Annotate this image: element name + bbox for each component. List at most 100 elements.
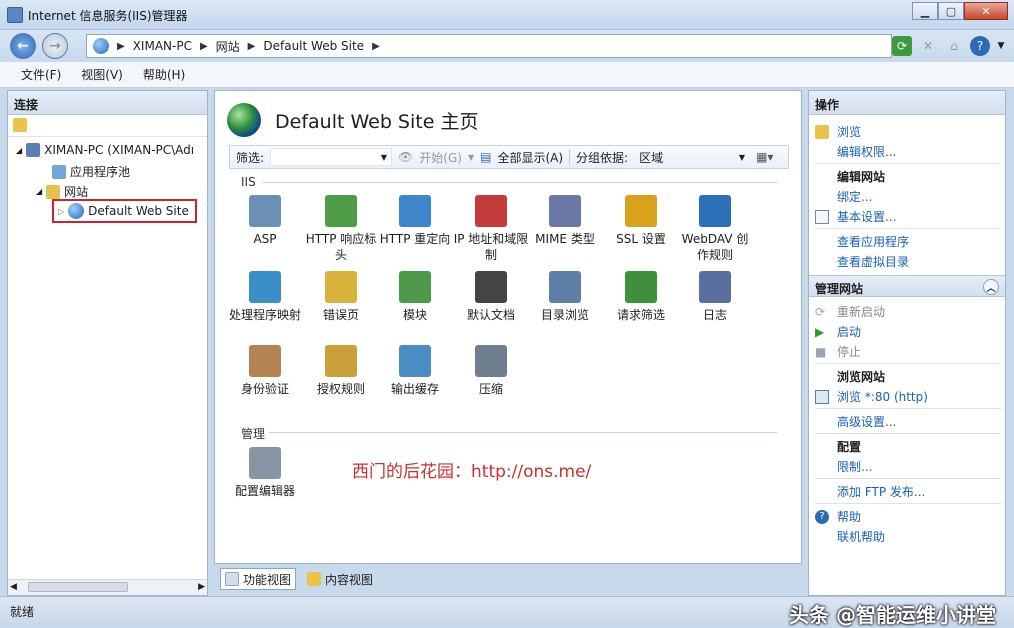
maximize-button[interactable]: ▢: [938, 2, 964, 20]
config-heading-label: 配置: [837, 440, 862, 454]
menu-view[interactable]: 视图(V): [81, 66, 123, 83]
address-row: ← → ▶ XIMAN-PC ▶ 网站 ▶ Default Web Site ▶…: [0, 30, 1014, 62]
home-icon[interactable]: ⌂: [944, 36, 964, 56]
help-icon[interactable]: ?: [970, 36, 990, 56]
scroll-right-icon[interactable]: ▶: [198, 582, 205, 592]
action-view-applications[interactable]: 查看应用程序: [837, 233, 909, 250]
feature-label: WebDAV 创作规则: [681, 232, 749, 262]
action-browse[interactable]: 浏览: [815, 123, 861, 140]
forward-button[interactable]: →: [42, 33, 68, 59]
refresh-icon[interactable]: ⟳: [892, 36, 912, 56]
action-start-label[interactable]: 启动: [837, 323, 861, 340]
horizontal-scrollbar[interactable]: ◀ ▶: [8, 579, 207, 595]
action-advanced-settings[interactable]: 高级设置...: [837, 413, 896, 430]
menu-file[interactable]: 文件(F): [21, 66, 61, 83]
tree-sites[interactable]: ◢ 网站: [36, 183, 88, 200]
connect-icon[interactable]: [13, 118, 27, 132]
tree-app-pools[interactable]: 应用程序池: [52, 163, 130, 180]
configuration-editor-icon: [249, 447, 281, 479]
feature-authorization-rules[interactable]: 授权规则: [303, 345, 379, 397]
action-limits-label[interactable]: 限制...: [837, 458, 872, 475]
show-all-button[interactable]: 全部显示(A): [497, 149, 563, 166]
start-filter-button[interactable]: 开始(G): [419, 149, 462, 166]
action-bindings-label[interactable]: 绑定...: [837, 188, 872, 205]
feature-label: 默认文档: [466, 308, 515, 322]
action-view-applications-label[interactable]: 查看应用程序: [837, 233, 909, 250]
action-start[interactable]: ▶ 启动: [815, 323, 861, 340]
blog-watermark: 西门的后花园：http://ons.me/: [352, 462, 592, 482]
action-online-help[interactable]: 联机帮助: [837, 528, 885, 545]
collapse-chevron-icon[interactable]: ︿: [983, 279, 999, 295]
action-help[interactable]: ? 帮助: [815, 508, 861, 525]
group-by-select[interactable]: 区域 ▼: [634, 148, 750, 166]
scroll-left-icon[interactable]: ◀: [10, 582, 17, 592]
tab-features-view[interactable]: 功能视图: [220, 568, 297, 590]
action-edit-permissions[interactable]: 编辑权限...: [837, 143, 896, 160]
sites-folder-icon: [46, 184, 61, 199]
feature-authentication[interactable]: 身份验证: [227, 345, 303, 397]
section-iis-label: IIS: [241, 175, 256, 189]
manage-site-header[interactable]: 管理网站 ︿: [809, 275, 1005, 297]
action-limits[interactable]: 限制...: [837, 458, 872, 475]
action-add-ftp[interactable]: 添加 FTP 发布...: [837, 483, 925, 500]
webdav-icon: [699, 195, 731, 227]
feature-output-caching[interactable]: 输出缓存: [377, 345, 453, 397]
action-edit-permissions-label[interactable]: 编辑权限...: [837, 143, 896, 160]
feature-error-pages[interactable]: 错误页: [303, 271, 379, 323]
action-advanced-settings-label[interactable]: 高级设置...: [837, 413, 896, 430]
collapse-arrow-icon[interactable]: ◢: [36, 187, 42, 196]
scroll-thumb[interactable]: [28, 582, 128, 592]
action-browse-80-label[interactable]: 浏览 *:80 (http): [837, 388, 928, 405]
filter-input[interactable]: ▼: [270, 148, 393, 166]
feature-handler-mappings[interactable]: 处理程序映射: [227, 271, 303, 323]
action-view-virtual-dirs-label[interactable]: 查看虚拟目录: [837, 253, 909, 270]
crumb-server[interactable]: XIMAN-PC: [133, 39, 192, 53]
connections-pane: 连接 ◢ XIMAN-PC (XIMAN-PC\Adı 应用程序池 ◢ 网站 ▷…: [7, 90, 208, 596]
action-basic-settings[interactable]: 基本设置...: [815, 208, 896, 225]
feature-logging[interactable]: 日志: [677, 271, 753, 323]
feature-asp[interactable]: ASP: [227, 195, 303, 247]
action-basic-settings-label[interactable]: 基本设置...: [837, 208, 896, 225]
minimize-button[interactable]: ▁: [912, 2, 938, 20]
feature-http-redirect[interactable]: HTTP 重定向: [377, 195, 453, 247]
feature-directory-browsing[interactable]: 目录浏览: [527, 271, 603, 323]
crumb-site[interactable]: Default Web Site: [263, 39, 364, 53]
feature-default-document[interactable]: 默认文档: [453, 271, 529, 323]
tree-server[interactable]: ◢ XIMAN-PC (XIMAN-PC\Adı: [16, 143, 194, 157]
feature-ip-restrictions[interactable]: IP 地址和域限制: [453, 195, 529, 263]
feature-compression[interactable]: 压缩: [453, 345, 529, 397]
menu-help[interactable]: 帮助(H): [143, 66, 185, 83]
feature-request-filtering[interactable]: 请求筛选: [603, 271, 679, 323]
feature-mime-types[interactable]: MIME 类型: [527, 195, 603, 247]
feature-http-response-headers[interactable]: HTTP 响应标头: [303, 195, 379, 263]
expand-arrow-icon[interactable]: ▷: [58, 207, 64, 216]
feature-webdav[interactable]: WebDAV 创作规则: [677, 195, 753, 263]
tab-content-view-label: 内容视图: [325, 572, 374, 587]
action-bindings[interactable]: 绑定...: [837, 188, 872, 205]
close-button[interactable]: ✕: [964, 2, 1008, 20]
stop-icon[interactable]: ✕: [918, 36, 938, 56]
tree-default-web-site[interactable]: ▷ Default Web Site: [52, 199, 197, 223]
feature-ssl-lock[interactable]: SSL 设置: [603, 195, 679, 247]
action-online-help-label[interactable]: 联机帮助: [837, 528, 885, 545]
feature-label: 模块: [402, 308, 427, 322]
filter-label: 筛选:: [236, 150, 265, 165]
feature-modules[interactable]: 模块: [377, 271, 453, 323]
action-add-ftp-label[interactable]: 添加 FTP 发布...: [837, 483, 925, 500]
tab-content-view[interactable]: 内容视图: [302, 568, 378, 590]
view-mode-icon[interactable]: ▦▾: [756, 150, 773, 164]
collapse-arrow-icon[interactable]: ◢: [16, 146, 22, 155]
action-browse-label[interactable]: 浏览: [837, 123, 861, 140]
action-browse-80[interactable]: 浏览 *:80 (http): [815, 388, 928, 405]
browse-site-heading-label: 浏览网站: [837, 370, 886, 384]
chevron-down-icon[interactable]: ▼: [996, 36, 1006, 56]
chevron-down-icon[interactable]: ▼: [468, 153, 474, 162]
default-document-icon: [475, 271, 507, 303]
action-help-label[interactable]: 帮助: [837, 508, 861, 525]
feature-configuration-editor[interactable]: 配置编辑器: [227, 447, 303, 499]
address-bar[interactable]: ▶ XIMAN-PC ▶ 网站 ▶ Default Web Site ▶: [86, 34, 892, 58]
group-by-value: 区域: [639, 150, 664, 165]
action-view-virtual-dirs[interactable]: 查看虚拟目录: [837, 253, 909, 270]
crumb-sites[interactable]: 网站: [216, 38, 240, 55]
back-button[interactable]: ←: [10, 33, 36, 59]
